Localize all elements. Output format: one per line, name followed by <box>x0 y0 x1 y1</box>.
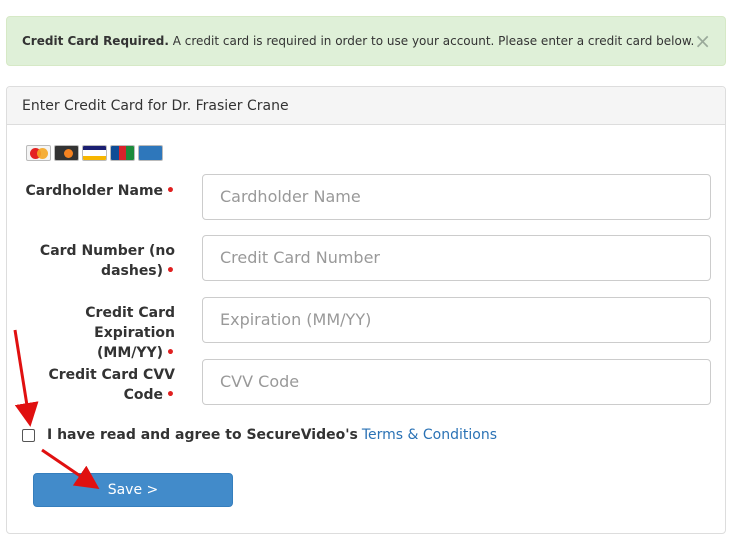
terms-checkbox[interactable] <box>22 428 35 442</box>
mastercard-icon <box>26 145 51 161</box>
jcb-icon <box>110 145 135 161</box>
alert-title: Credit Card Required. <box>22 34 169 48</box>
panel-heading: Enter Credit Card for Dr. Frasier Crane <box>7 87 725 125</box>
close-icon[interactable]: × <box>694 17 711 65</box>
required-marker: • <box>166 345 175 361</box>
required-marker: • <box>166 183 175 199</box>
cardholder-name-input[interactable]: Cardholder Name <box>202 174 711 220</box>
credit-card-required-alert: Credit Card Required. A credit card is r… <box>6 16 726 66</box>
cvv-input[interactable]: CVV Code <box>202 359 711 405</box>
save-button[interactable]: Save > <box>33 473 233 507</box>
required-marker: • <box>166 263 175 279</box>
expiration-input[interactable]: Expiration (MM/YY) <box>202 297 711 343</box>
cvv-label: Credit Card CVV Code • <box>48 367 175 403</box>
cardholder-name-label: Cardholder Name • <box>25 183 175 199</box>
terms-agreement: I have read and agree to SecureVideo's T… <box>22 427 497 443</box>
accepted-cards <box>26 145 163 161</box>
card-number-input[interactable]: Credit Card Number <box>202 235 711 281</box>
terms-link[interactable]: Terms & Conditions <box>362 427 497 443</box>
visa-icon <box>82 145 107 161</box>
required-marker: • <box>166 387 175 403</box>
agree-text: I have read and agree to SecureVideo's <box>47 427 358 443</box>
expiration-label: Credit Card Expiration (MM/YY) • <box>85 305 175 361</box>
credit-card-panel: Enter Credit Card for Dr. Frasier Crane … <box>6 86 726 534</box>
alert-message: A credit card is required in order to us… <box>168 34 695 48</box>
discover-icon <box>54 145 79 161</box>
amex-icon <box>138 145 163 161</box>
card-number-label: Card Number (no dashes) • <box>39 243 175 279</box>
